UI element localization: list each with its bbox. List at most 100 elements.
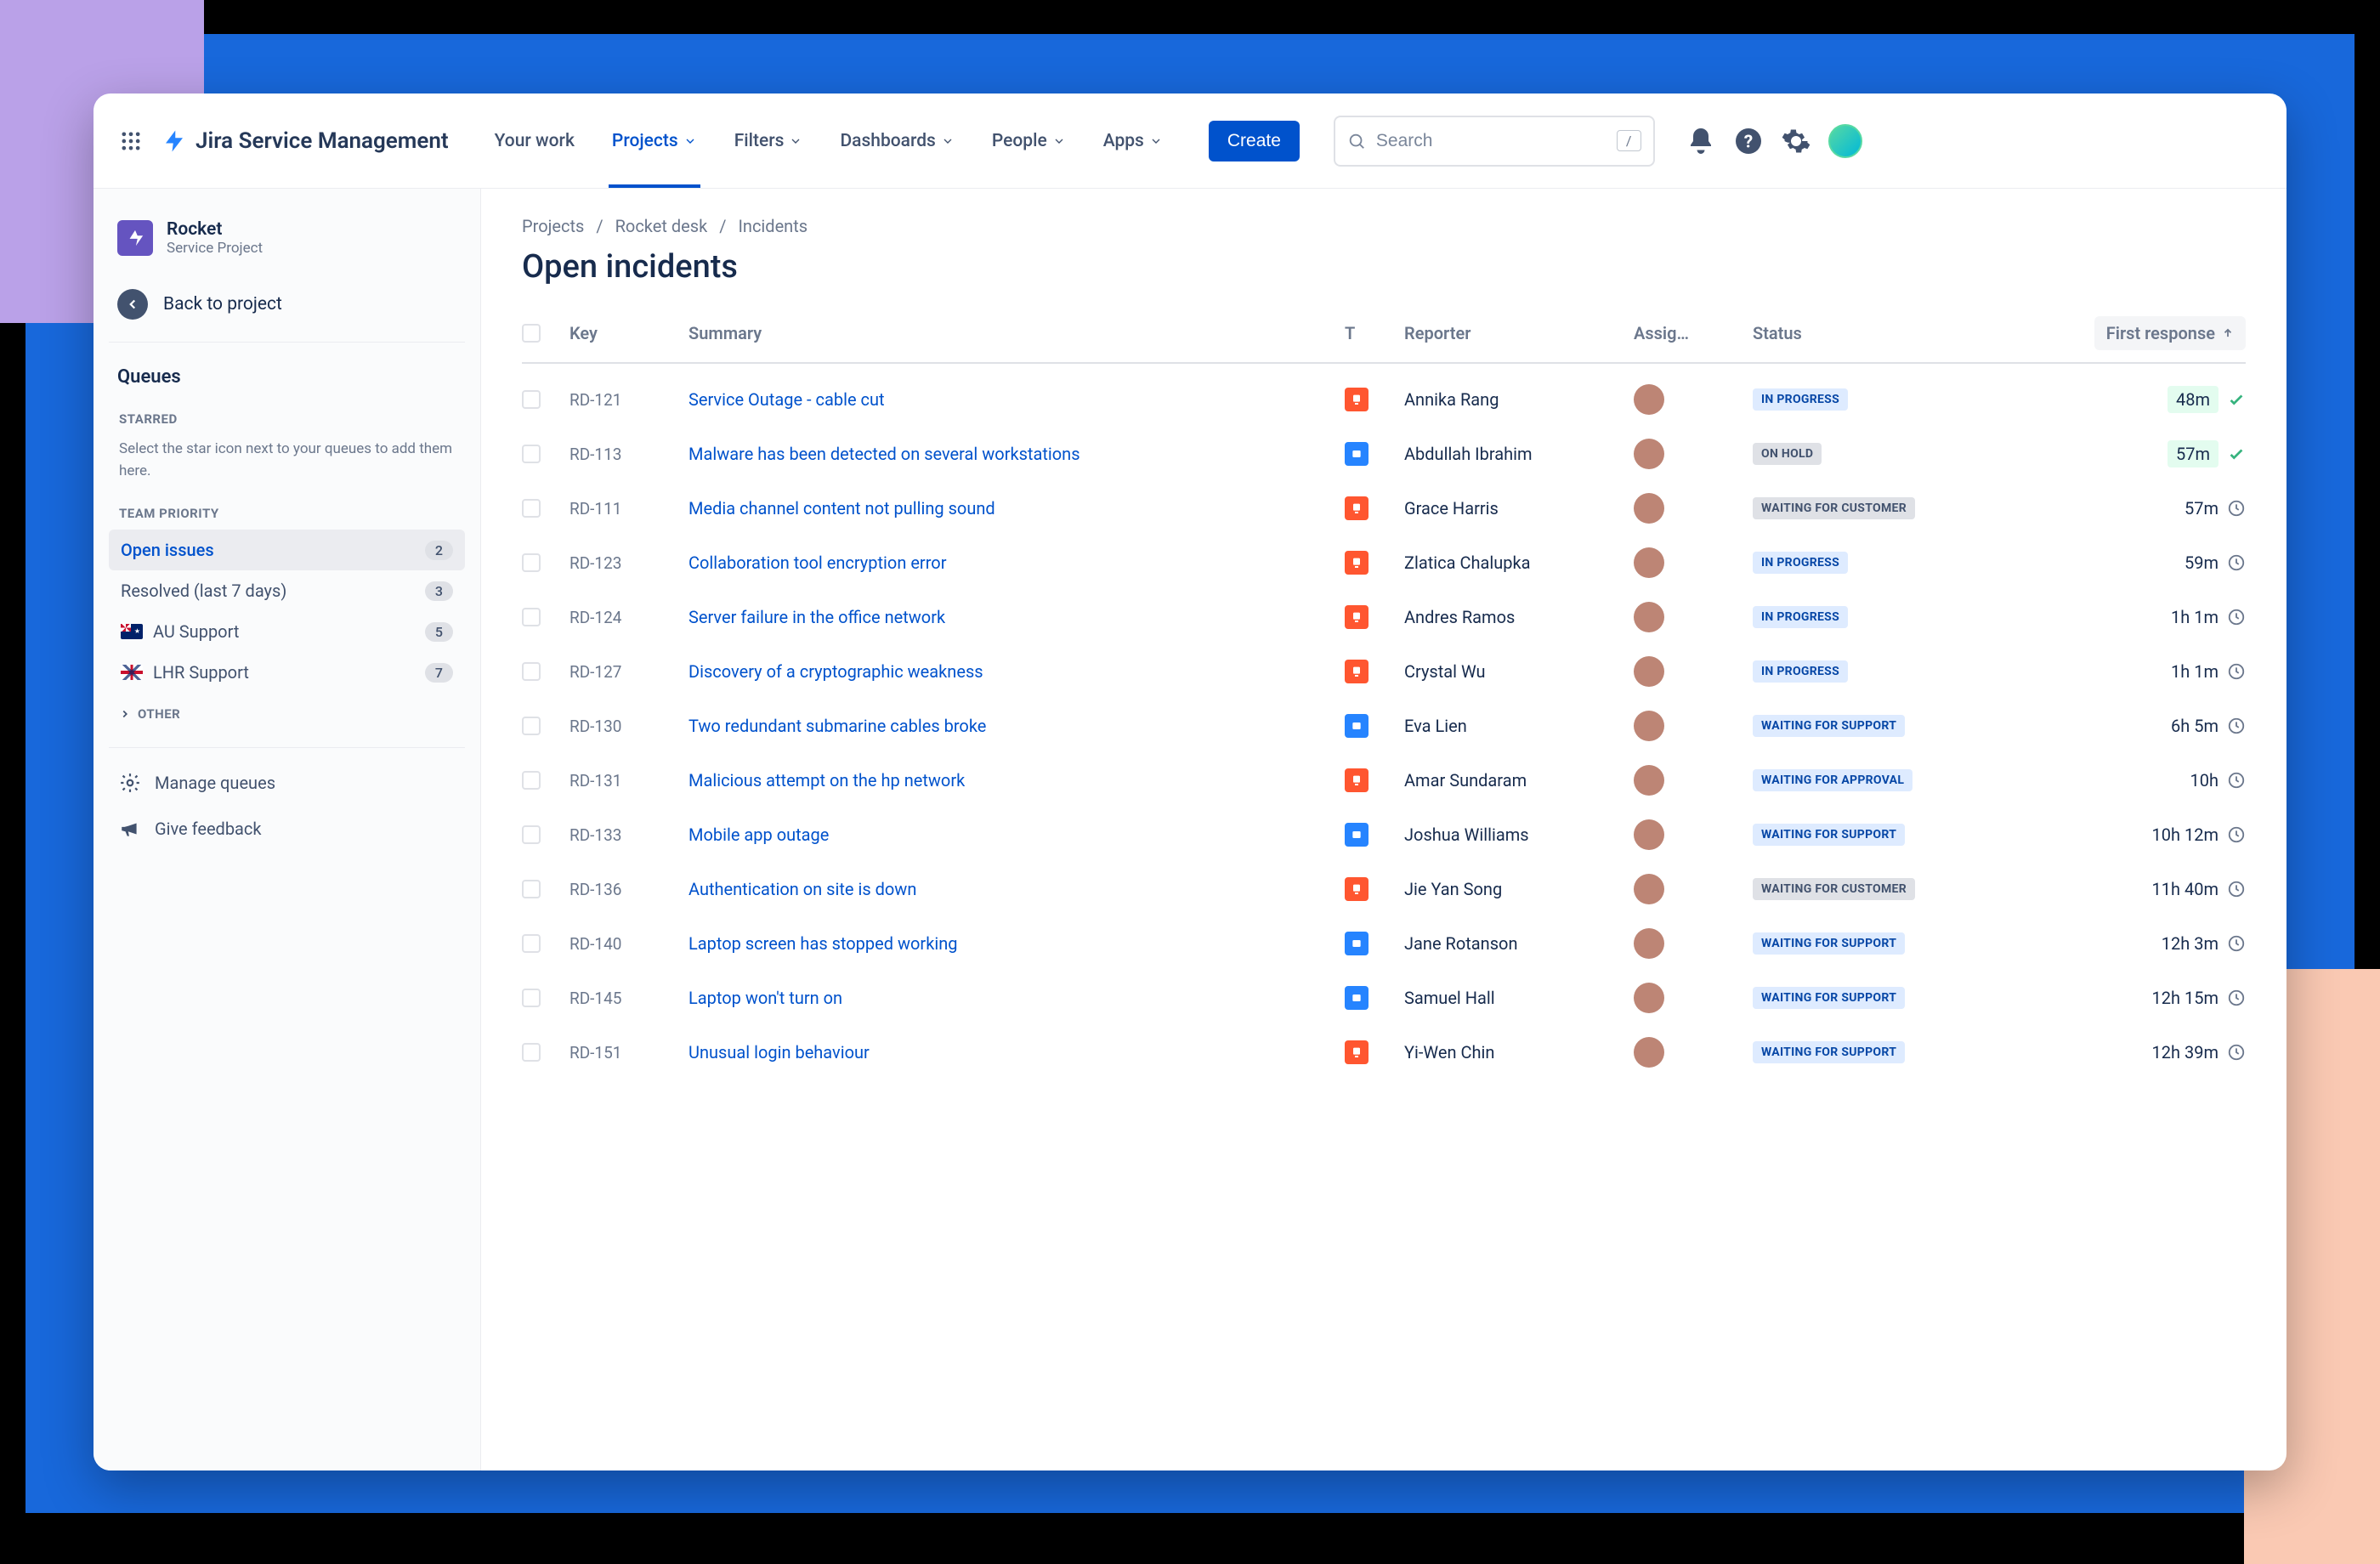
status-badge[interactable]: WAITING FOR SUPPORT — [1753, 1041, 1905, 1063]
row-checkbox[interactable] — [522, 717, 541, 735]
assignee-avatar[interactable] — [1634, 983, 1664, 1013]
issue-summary-link[interactable]: Service Outage - cable cut — [688, 388, 1345, 411]
nav-item-dashboards[interactable]: Dashboards — [821, 94, 972, 188]
column-summary[interactable]: Summary — [688, 323, 1345, 343]
issue-summary-link[interactable]: Server failure in the office network — [688, 605, 1345, 629]
status-badge[interactable]: ON HOLD — [1753, 443, 1822, 465]
queue-item[interactable]: LHR Support7 — [109, 652, 465, 693]
issue-key[interactable]: RD-145 — [570, 989, 688, 1008]
assignee-avatar[interactable] — [1634, 874, 1664, 904]
status-badge[interactable]: IN PROGRESS — [1753, 388, 1848, 411]
back-to-project[interactable]: Back to project — [109, 277, 465, 343]
issue-key[interactable]: RD-123 — [570, 553, 688, 573]
column-assignee[interactable]: Assig… — [1634, 323, 1753, 343]
status-badge[interactable]: IN PROGRESS — [1753, 552, 1848, 574]
search-input[interactable] — [1376, 131, 1606, 151]
queue-item[interactable]: Open issues2 — [109, 530, 465, 570]
product-logo[interactable]: Jira Service Management — [162, 128, 449, 154]
app-switcher-icon[interactable] — [114, 124, 148, 158]
column-key[interactable]: Key — [570, 323, 688, 343]
status-badge[interactable]: WAITING FOR CUSTOMER — [1753, 878, 1915, 900]
row-checkbox[interactable] — [522, 608, 541, 626]
status-badge[interactable]: IN PROGRESS — [1753, 660, 1848, 683]
give-feedback[interactable]: Give feedback — [109, 806, 465, 852]
issue-key[interactable]: RD-121 — [570, 390, 688, 410]
assignee-avatar[interactable] — [1634, 765, 1664, 796]
assignee-avatar[interactable] — [1634, 493, 1664, 524]
status-badge[interactable]: IN PROGRESS — [1753, 606, 1848, 628]
help-icon[interactable]: ? — [1733, 126, 1764, 156]
nav-item-projects[interactable]: Projects — [593, 94, 716, 188]
column-type[interactable]: T — [1345, 323, 1404, 343]
assignee-avatar[interactable] — [1634, 1037, 1664, 1068]
settings-icon[interactable] — [1781, 126, 1811, 156]
issue-summary-link[interactable]: Laptop screen has stopped working — [688, 932, 1345, 955]
assignee-avatar[interactable] — [1634, 547, 1664, 578]
row-checkbox[interactable] — [522, 1043, 541, 1062]
row-checkbox[interactable] — [522, 771, 541, 790]
row-checkbox[interactable] — [522, 499, 541, 518]
column-reporter[interactable]: Reporter — [1404, 323, 1634, 343]
issue-summary-link[interactable]: Mobile app outage — [688, 823, 1345, 847]
status-badge[interactable]: WAITING FOR SUPPORT — [1753, 987, 1905, 1009]
assignee-avatar[interactable] — [1634, 819, 1664, 850]
assignee-avatar[interactable] — [1634, 602, 1664, 632]
issue-key[interactable]: RD-131 — [570, 771, 688, 790]
issue-key[interactable]: RD-133 — [570, 825, 688, 845]
issue-summary-link[interactable]: Authentication on site is down — [688, 877, 1345, 901]
other-section-toggle[interactable]: OTHER — [109, 693, 465, 735]
issue-key[interactable]: RD-151 — [570, 1043, 688, 1062]
row-checkbox[interactable] — [522, 390, 541, 409]
issue-summary-link[interactable]: Malicious attempt on the hp network — [688, 768, 1345, 792]
user-avatar[interactable] — [1828, 124, 1862, 158]
issue-summary-link[interactable]: Laptop won't turn on — [688, 986, 1345, 1010]
row-checkbox[interactable] — [522, 934, 541, 953]
column-first-response[interactable]: First response — [2094, 316, 2246, 350]
search-box[interactable]: / — [1334, 116, 1655, 167]
row-checkbox[interactable] — [522, 989, 541, 1007]
nav-item-your-work[interactable]: Your work — [476, 94, 593, 188]
issue-key[interactable]: RD-140 — [570, 934, 688, 954]
issue-key[interactable]: RD-130 — [570, 717, 688, 736]
queue-item[interactable]: Resolved (last 7 days)3 — [109, 570, 465, 611]
row-checkbox[interactable] — [522, 553, 541, 572]
status-badge[interactable]: WAITING FOR CUSTOMER — [1753, 497, 1915, 519]
queue-item[interactable]: AU Support5 — [109, 611, 465, 652]
issue-key[interactable]: RD-111 — [570, 499, 688, 518]
row-checkbox[interactable] — [522, 880, 541, 898]
nav-item-people[interactable]: People — [973, 94, 1085, 188]
issue-summary-link[interactable]: Malware has been detected on several wor… — [688, 442, 1345, 466]
issue-key[interactable]: RD-136 — [570, 880, 688, 899]
issue-key[interactable]: RD-124 — [570, 608, 688, 627]
issue-summary-link[interactable]: Two redundant submarine cables broke — [688, 714, 1345, 738]
issue-key[interactable]: RD-113 — [570, 445, 688, 464]
issue-summary-link[interactable]: Unusual login behaviour — [688, 1040, 1345, 1064]
assignee-avatar[interactable] — [1634, 928, 1664, 959]
breadcrumb-item[interactable]: Projects — [522, 216, 584, 236]
select-all-checkbox[interactable] — [522, 324, 541, 343]
nav-item-apps[interactable]: Apps — [1085, 94, 1182, 188]
issue-summary-link[interactable]: Discovery of a cryptographic weakness — [688, 660, 1345, 683]
issue-key[interactable]: RD-127 — [570, 662, 688, 682]
issue-summary-link[interactable]: Collaboration tool encryption error — [688, 551, 1345, 575]
column-status[interactable]: Status — [1753, 323, 2025, 343]
breadcrumb-item[interactable]: Rocket desk — [615, 216, 708, 236]
create-button[interactable]: Create — [1209, 121, 1300, 162]
breadcrumb-item[interactable]: Incidents — [738, 216, 808, 236]
issue-summary-link[interactable]: Media channel content not pulling sound — [688, 496, 1345, 520]
assignee-avatar[interactable] — [1634, 711, 1664, 741]
project-header[interactable]: Rocket Service Project — [109, 214, 465, 277]
status-badge[interactable]: WAITING FOR SUPPORT — [1753, 932, 1905, 955]
notifications-icon[interactable] — [1686, 126, 1716, 156]
row-checkbox[interactable] — [522, 662, 541, 681]
status-badge[interactable]: WAITING FOR SUPPORT — [1753, 715, 1905, 737]
status-badge[interactable]: WAITING FOR APPROVAL — [1753, 769, 1912, 791]
assignee-avatar[interactable] — [1634, 384, 1664, 415]
nav-item-filters[interactable]: Filters — [716, 94, 822, 188]
row-checkbox[interactable] — [522, 825, 541, 844]
row-checkbox[interactable] — [522, 445, 541, 463]
status-badge[interactable]: WAITING FOR SUPPORT — [1753, 824, 1905, 846]
assignee-avatar[interactable] — [1634, 439, 1664, 469]
assignee-avatar[interactable] — [1634, 656, 1664, 687]
manage-queues[interactable]: Manage queues — [109, 760, 465, 806]
